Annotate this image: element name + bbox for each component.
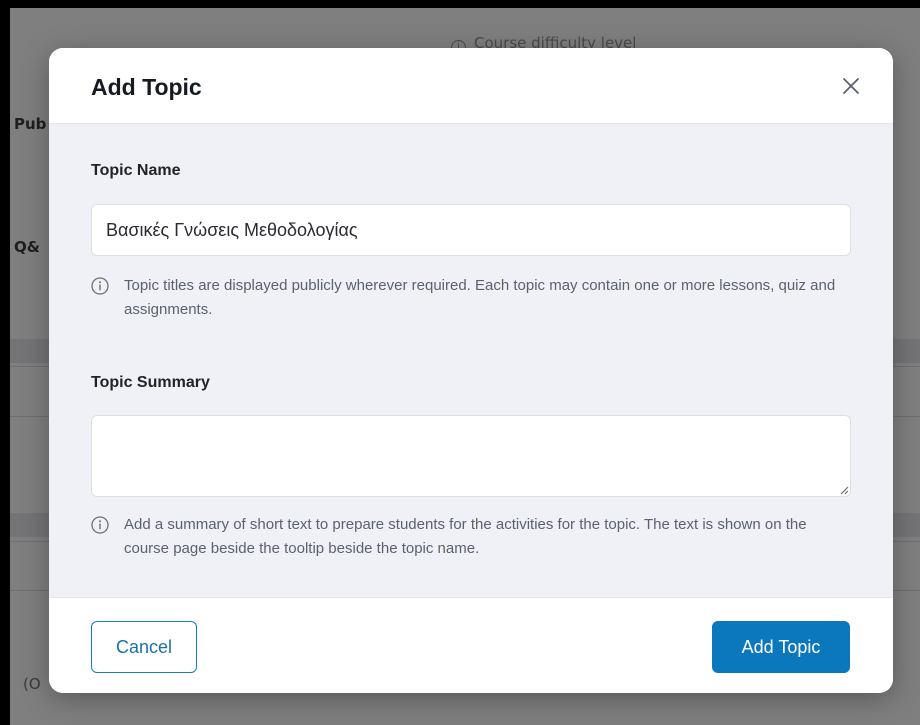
modal-title: Add Topic	[91, 74, 202, 100]
add-topic-modal: Add Topic Topic Name Βασικές Γνώσεις Μεθ…	[49, 48, 893, 693]
cancel-button[interactable]: Cancel	[91, 621, 197, 673]
topic-name-help: Topic titles are displayed publicly wher…	[91, 274, 851, 322]
info-icon	[91, 516, 109, 534]
topic-summary-help: Add a summary of short text to prepare s…	[91, 513, 851, 561]
background-label-pub: Pub	[14, 115, 47, 133]
close-button[interactable]	[841, 76, 861, 96]
resize-handle-icon[interactable]	[839, 485, 849, 495]
topic-name-help-text: Topic titles are displayed publicly wher…	[124, 277, 836, 318]
topic-name-input[interactable]: Βασικές Γνώσεις Μεθοδολογίας	[91, 204, 851, 256]
close-icon	[843, 78, 859, 94]
modal-header: Add Topic	[49, 48, 893, 124]
background-label-opt: (O	[23, 675, 41, 693]
topic-summary-help-text: Add a summary of short text to prepare s…	[124, 516, 807, 557]
topic-summary-label: Topic Summary	[91, 374, 210, 391]
info-icon	[91, 277, 109, 295]
background-label-qa: Q&	[14, 238, 40, 256]
topic-summary-textarea[interactable]	[91, 415, 851, 497]
topic-name-label: Topic Name	[91, 162, 181, 179]
modal-body: Topic Name Βασικές Γνώσεις Μεθοδολογίας …	[49, 124, 893, 597]
modal-footer: Cancel Add Topic	[49, 597, 893, 693]
add-topic-button[interactable]: Add Topic	[712, 621, 850, 673]
